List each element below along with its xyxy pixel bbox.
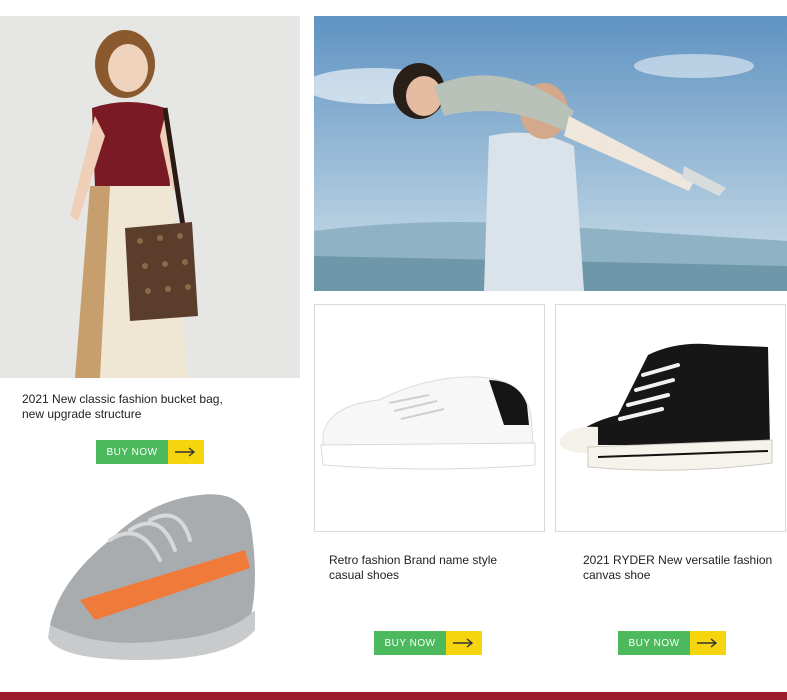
product-description-line: new upgrade structure (22, 407, 142, 421)
buy-now-label: BUY NOW (374, 631, 446, 655)
product-description: 2021 New classic fashion bucket bag, new… (22, 392, 292, 422)
bucket-bag-model-image[interactable] (0, 16, 300, 378)
white-sneaker-image (319, 365, 541, 475)
product-description: Retro fashion Brand name style casual sh… (329, 553, 539, 583)
footer-color-bar (0, 692, 787, 700)
product-card-frame[interactable] (314, 304, 545, 532)
product-description: 2021 RYDER New versatile fashion canvas … (583, 553, 783, 583)
arrow-right-icon (446, 631, 482, 655)
canvas-high-top-image (558, 335, 780, 480)
product-description-line: casual shoes (329, 568, 400, 582)
product-card-frame[interactable] (555, 304, 786, 532)
buy-now-label: BUY NOW (618, 631, 690, 655)
product-description-line: 2021 RYDER New versatile fashion (583, 553, 773, 567)
product-description-line: 2021 New classic fashion bucket bag, (22, 392, 223, 406)
arrow-right-icon (168, 440, 204, 464)
buy-now-button[interactable]: BUY NOW (618, 631, 726, 655)
knit-sneaker-image[interactable] (40, 480, 265, 665)
product-description-line: canvas shoe (583, 568, 651, 582)
buy-now-label: BUY NOW (96, 440, 168, 464)
buy-now-button[interactable]: BUY NOW (96, 440, 204, 464)
product-description-line: Retro fashion Brand name style (329, 553, 498, 567)
lifestyle-banner-image[interactable] (314, 16, 787, 291)
buy-now-button[interactable]: BUY NOW (374, 631, 482, 655)
arrow-right-icon (690, 631, 726, 655)
